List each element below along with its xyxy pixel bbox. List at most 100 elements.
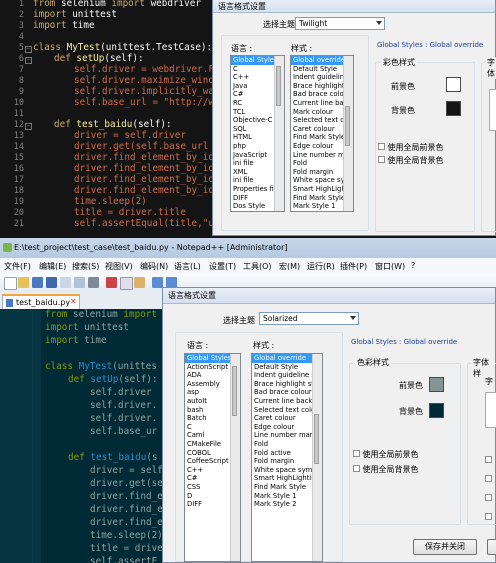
code-line: self.driver.implicitly_wait (74, 86, 226, 97)
theme-select[interactable]: Solarized (259, 312, 359, 325)
style-list-scrollbar[interactable] (312, 354, 322, 561)
print-icon[interactable] (88, 277, 99, 288)
menu-item-tools[interactable]: 工具(O) (243, 261, 272, 272)
tab-close-icon[interactable]: ✕ (70, 297, 77, 306)
code-line: driver = self.driver (74, 130, 186, 141)
code-line: driver.get(se (90, 478, 163, 489)
style-list-scrollbar[interactable] (343, 56, 353, 211)
background-color-swatch[interactable] (446, 101, 461, 116)
font-option-partial (489, 89, 496, 131)
use-global-bg-checkbox[interactable] (378, 156, 385, 163)
language-list[interactable]: Global Styles C C++ Java C# RC TCL Objec… (230, 55, 285, 212)
style-list[interactable]: Global override Default Style Indent gui… (290, 55, 354, 212)
save-all-icon[interactable] (46, 277, 57, 288)
font-checkbox-partial[interactable] (485, 456, 492, 463)
menu-item-window[interactable]: 窗口(W) (375, 261, 405, 272)
menu-item-plugins[interactable]: 插件(P) (340, 261, 367, 272)
font-style-group (481, 62, 496, 232)
use-global-bg-label: 使用全局背景色 (387, 156, 444, 165)
chevron-down-icon (350, 316, 356, 320)
menu-item-settings[interactable]: 设置(T) (209, 261, 236, 272)
use-global-bg-option[interactable]: 使用全局背景色 (378, 155, 444, 166)
code-line: import unittest (45, 322, 129, 333)
code-line: self.base_ur (90, 426, 158, 437)
line-number: 3 (18, 21, 24, 31)
line-number: 10 (13, 98, 24, 108)
save-and-close-button[interactable]: 保存并关闭 (413, 539, 477, 555)
use-global-fg-option[interactable]: 使用全局前景色 (378, 142, 444, 153)
use-global-fg-checkbox[interactable] (378, 143, 385, 150)
close-icon[interactable] (60, 277, 71, 288)
code-line: def setUp(self): (54, 53, 144, 64)
language-list-scrollbar[interactable] (274, 56, 284, 211)
code-line: self.driver. (90, 400, 158, 411)
line-number: 19 (13, 197, 24, 207)
line-number: 14 (13, 142, 24, 152)
selected-style-header: Global Styles : Global override (377, 41, 484, 49)
copy-icon[interactable] (120, 277, 133, 290)
style-list[interactable]: Global override Default Style Indent gui… (251, 353, 323, 562)
style-label: 样式 : (291, 44, 313, 53)
menu-item-help[interactable]: ? (411, 261, 415, 270)
dialog-title: 语言格式设置 (213, 0, 495, 13)
code-line: import time (45, 335, 107, 346)
background-color-swatch[interactable] (429, 403, 444, 418)
fold-margin (32, 309, 41, 563)
fold-toggle-icon[interactable]: − (25, 46, 32, 53)
line-number: 9 (18, 87, 24, 97)
foreground-color-swatch[interactable] (446, 77, 461, 92)
open-file-icon[interactable] (18, 277, 29, 288)
code-line: from selenium import (45, 309, 157, 320)
menu-item-encoding[interactable]: 编码(N) (140, 261, 168, 272)
close-button-partial[interactable] (487, 539, 496, 555)
menu-item-run[interactable]: 运行(R) (307, 261, 335, 272)
code-line: driver.find_element_by_id(" (74, 174, 226, 185)
language-list-scrollbar[interactable] (230, 354, 240, 561)
cut-icon[interactable] (106, 277, 117, 288)
menu-item-macro[interactable]: 宏(M) (279, 261, 300, 272)
menu-bar: 文件(F) 编辑(E) 搜索(S) 视图(V) 编码(N) 语言(L) 设置(T… (0, 258, 496, 274)
code-line: class MyTest(unittes (45, 361, 157, 372)
background-label: 背景色 (399, 407, 423, 416)
code-line: class MyTest(unittest.TestCase): (33, 42, 213, 53)
fold-toggle-icon[interactable]: − (25, 57, 32, 64)
language-list[interactable]: Global Styles ActionScript ADA Assembly … (184, 353, 241, 562)
use-global-bg-checkbox[interactable] (353, 465, 360, 472)
background-label: 背景色 (391, 106, 415, 115)
new-file-icon[interactable] (4, 277, 17, 290)
code-line: driver.find_element_by_id(" (74, 163, 226, 174)
use-global-fg-checkbox[interactable] (353, 450, 360, 457)
style-configurator-dialog-top[interactable]: 语言格式设置 选择主题 Twilight 语言 : 样式 : Global St… (212, 0, 496, 236)
menu-item-search[interactable]: 搜索(S) (72, 261, 99, 272)
menu-item-edit[interactable]: 编辑(E) (39, 261, 66, 272)
line-number: 6 (18, 54, 24, 64)
paste-icon[interactable] (134, 277, 145, 288)
menu-item-language[interactable]: 语言(L) (174, 261, 201, 272)
code-line: driver.find_element_by_id(" (74, 185, 226, 196)
code-line: def test_baidu(s (68, 452, 158, 463)
code-line: self.driver = webdriver.Fir (74, 64, 226, 75)
window-titlebar[interactable]: E:\test_project\test_case\test_baidu.py … (0, 238, 496, 258)
fold-toggle-icon[interactable]: − (25, 123, 32, 130)
code-line: import unittest (33, 9, 117, 20)
use-global-bg-option[interactable]: 使用全局背景色 (353, 464, 419, 475)
use-global-fg-label: 使用全局前景色 (387, 143, 444, 152)
font-checkbox-partial[interactable] (485, 494, 492, 501)
tab-test-baidu[interactable]: test_baidu.py ✕ (2, 294, 80, 309)
foreground-label: 前景色 (391, 82, 415, 91)
menu-item-view[interactable]: 视图(V) (105, 261, 133, 272)
use-global-fg-option[interactable]: 使用全局前景色 (353, 449, 419, 460)
close-all-icon[interactable] (74, 277, 85, 288)
font-checkbox-partial[interactable] (485, 513, 492, 520)
style-configurator-dialog-bottom[interactable]: 语言格式设置 选择主题 Solarized 语言 : 样式 : Global S… (162, 287, 496, 563)
menu-item-file[interactable]: 文件(F) (4, 261, 31, 272)
notepadpp-window: E:\test_project\test_case\test_baidu.py … (0, 238, 496, 563)
theme-select[interactable]: Twilight (295, 17, 385, 30)
line-number: 8 (18, 76, 24, 86)
save-icon[interactable] (32, 277, 43, 288)
foreground-label: 前景色 (399, 381, 423, 390)
foreground-color-swatch[interactable] (429, 377, 444, 392)
font-checkbox-partial[interactable] (485, 475, 492, 482)
line-number: 11 (13, 109, 24, 119)
font-label-partial: 字 (485, 377, 493, 386)
